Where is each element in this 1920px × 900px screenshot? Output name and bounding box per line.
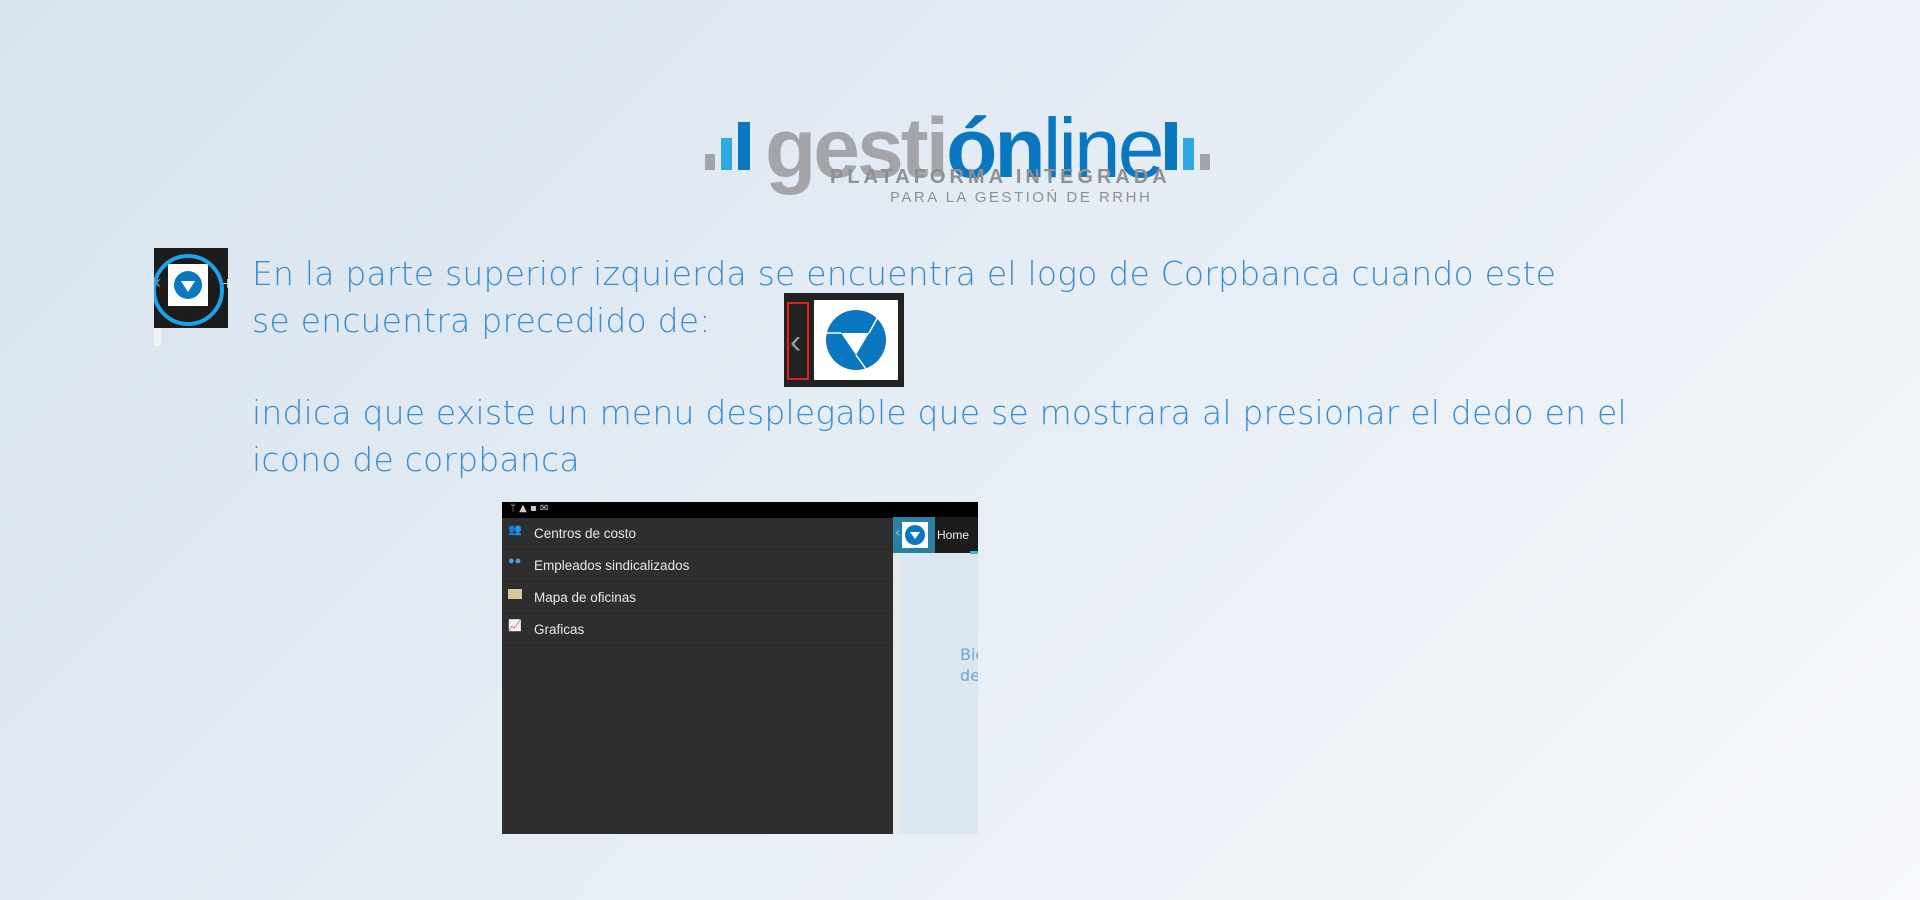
map-icon [508,589,522,599]
corpbanca-menu-button[interactable]: ‹ [893,517,935,553]
paragraph-explanation: indica que existe un menu desplegable qu… [252,393,1627,479]
menu-item-centros-de-costo[interactable]: 👥 Centros de costo [502,518,893,550]
logo-tagline: PLATAFORMA INTEGRADA [830,166,1171,188]
chart-icon: 📈 [508,620,522,632]
users-icon: ●● [508,555,522,567]
gestionline-logo: gestiónline PLATAFORMA INTEGRADA PARA LA… [705,101,1215,208]
navigation-drawer: 👥 Centros de costo ●● Empleados sindicaliz… [502,518,893,834]
app-screenshot: ᛘ ▲ ▪ ✉ 👥 Centros de costo ●● Empleados si… [502,502,978,834]
action-bar: ‹ Home [893,517,978,554]
paragraph-description: En la parte superior izquierda se encuen… [252,254,1557,340]
header-title: Home [937,528,970,542]
menu-item-empleados-sindicalizados[interactable]: ●● Empleados sindicalizados [502,550,893,582]
status-icons: ᛘ ▲ ▪ ✉ [510,503,549,514]
menu-item-graficas[interactable]: 📈 Graficas [502,614,893,646]
menu-item-mapa-de-oficinas[interactable]: Mapa de oficinas [502,582,893,614]
corpbanca-menu-icon-example: ‹ [784,293,904,387]
corpbanca-icon-thumbnail: ‹ H [152,248,229,346]
svg-text:‹: ‹ [790,323,801,361]
welcome-text: Biede [960,645,978,685]
people-icon: 👥 [508,524,522,536]
status-bar: ᛘ ▲ ▪ ✉ [502,502,978,518]
logo-subtagline: PARA LA GESTIOŃ DE RRHH [890,189,1153,206]
